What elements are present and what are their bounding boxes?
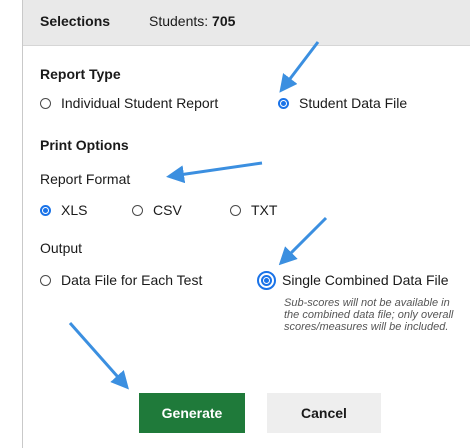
selections-header: Selections Students: 705	[23, 0, 470, 46]
radio-csv[interactable]: CSV	[132, 202, 182, 218]
radio-indicator	[40, 274, 51, 286]
radio-individual-student-report[interactable]: Individual Student Report	[40, 95, 218, 111]
radio-indicator	[132, 204, 143, 216]
radio-label: Data File for Each Test	[61, 272, 203, 288]
combined-file-note: Sub-scores will not be available in the …	[284, 297, 454, 333]
radio-single-combined-data-file[interactable]: Single Combined Data File	[257, 270, 449, 290]
radio-label: Individual Student Report	[61, 95, 219, 111]
radio-label: XLS	[61, 202, 88, 218]
radio-label: TXT	[251, 202, 278, 218]
report-type-heading: Report Type	[40, 66, 121, 82]
cancel-button[interactable]: Cancel	[267, 393, 381, 433]
radio-txt[interactable]: TXT	[230, 202, 277, 218]
radio-student-data-file[interactable]: Student Data File	[278, 95, 407, 111]
radio-label: Single Combined Data File	[282, 272, 449, 288]
radio-indicator	[40, 204, 51, 216]
report-format-label: Report Format	[40, 171, 131, 187]
radio-data-file-each-test[interactable]: Data File for Each Test	[40, 272, 202, 288]
selections-title: Selections	[40, 13, 111, 29]
generate-button[interactable]: Generate	[139, 393, 245, 433]
students-count: Students: 705	[149, 13, 236, 29]
radio-indicator	[278, 97, 289, 109]
radio-indicator	[40, 97, 51, 109]
radio-label: Student Data File	[299, 95, 408, 111]
radio-indicator	[257, 270, 276, 290]
radio-indicator	[230, 204, 241, 216]
radio-xls[interactable]: XLS	[40, 202, 87, 218]
selections-panel: Selections Students: 705 Report Type Ind…	[22, 0, 470, 448]
print-options-heading: Print Options	[40, 137, 129, 153]
radio-label: CSV	[153, 202, 182, 218]
output-label: Output	[40, 240, 83, 256]
